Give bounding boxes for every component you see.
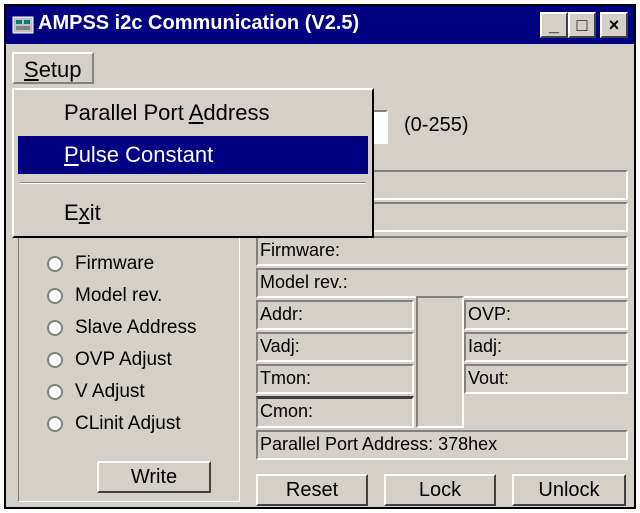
tmon-field: Tmon:: [256, 364, 414, 394]
minimize-button[interactable]: _: [540, 12, 568, 38]
radio-label: OVP Adjust: [75, 349, 172, 370]
vout-field: Vout:: [464, 364, 628, 394]
menu-item-label: it: [89, 200, 101, 225]
firmware-field: Firmware:: [256, 236, 628, 266]
maximize-button[interactable]: □: [568, 12, 596, 38]
reset-button[interactable]: Reset: [256, 474, 368, 506]
radio-label: Model rev.: [75, 285, 163, 306]
vadj-field: Vadj:: [256, 332, 414, 362]
ovp-field: OVP:: [464, 300, 628, 330]
radio-button[interactable]: [47, 288, 63, 304]
write-button[interactable]: Write: [97, 461, 211, 493]
menu-setup-accel: S: [24, 57, 39, 82]
menu-item-accel: x: [78, 200, 90, 225]
close-button[interactable]: ×: [600, 12, 628, 38]
pulse-range-label: (0-255): [404, 114, 469, 136]
center-blank-box: [416, 296, 464, 428]
menu-item-parallel-port-address[interactable]: Parallel Port Address: [18, 94, 368, 132]
radio-button[interactable]: [47, 320, 63, 336]
menu-item-pulse-constant[interactable]: Pulse Constant: [18, 136, 368, 174]
menu-item-accel: A: [188, 100, 204, 125]
menu-item-label: ddress: [203, 100, 270, 125]
setup-dropdown: Parallel Port Address Pulse Constant Exi…: [12, 88, 374, 238]
minimize-icon: _: [548, 15, 559, 35]
maximize-icon: □: [576, 15, 588, 35]
model-rev-field: Model rev.:: [256, 268, 628, 298]
radio-button[interactable]: [47, 416, 63, 432]
command-options-panel: Serial Firmware Model rev. Slave Address…: [18, 196, 240, 502]
window-title: AMPSS i2c Communication (V2.5): [38, 12, 360, 34]
radio-button[interactable]: [47, 256, 63, 272]
menu-item-label: E: [64, 200, 79, 225]
radio-button[interactable]: [47, 384, 63, 400]
title-bar[interactable]: AMPSS i2c Communication (V2.5) _ □ ×: [6, 6, 634, 44]
menu-setup-label: etup: [38, 57, 82, 82]
menu-item-label: ulse Constant: [78, 142, 214, 167]
radio-label: CLinit Adjust: [75, 413, 181, 434]
menu-item-accel: P: [64, 142, 79, 167]
menu-separator: [20, 182, 366, 184]
radio-label: V Adjust: [75, 381, 145, 402]
menu-setup[interactable]: Setup: [12, 52, 94, 84]
iadj-field: Iadj:: [464, 332, 628, 362]
menu-item-exit[interactable]: Exit: [18, 194, 368, 232]
cmon-field: Cmon:: [256, 396, 414, 428]
close-icon: ×: [608, 15, 620, 35]
radio-button[interactable]: [47, 352, 63, 368]
parallel-port-address-field: Parallel Port Address: 378hex: [256, 430, 628, 460]
addr-field: Addr:: [256, 300, 414, 330]
radio-label: Slave Address: [75, 317, 197, 338]
lock-button[interactable]: Lock: [384, 474, 496, 506]
radio-label: Firmware: [75, 253, 155, 274]
menu-item-label: Parallel Port: [64, 100, 189, 125]
app-window: AMPSS i2c Communication (V2.5) _ □ × Set…: [4, 4, 636, 509]
app-icon: [12, 16, 34, 34]
unlock-button[interactable]: Unlock: [512, 474, 626, 506]
menu-bar: Setup: [6, 46, 634, 86]
